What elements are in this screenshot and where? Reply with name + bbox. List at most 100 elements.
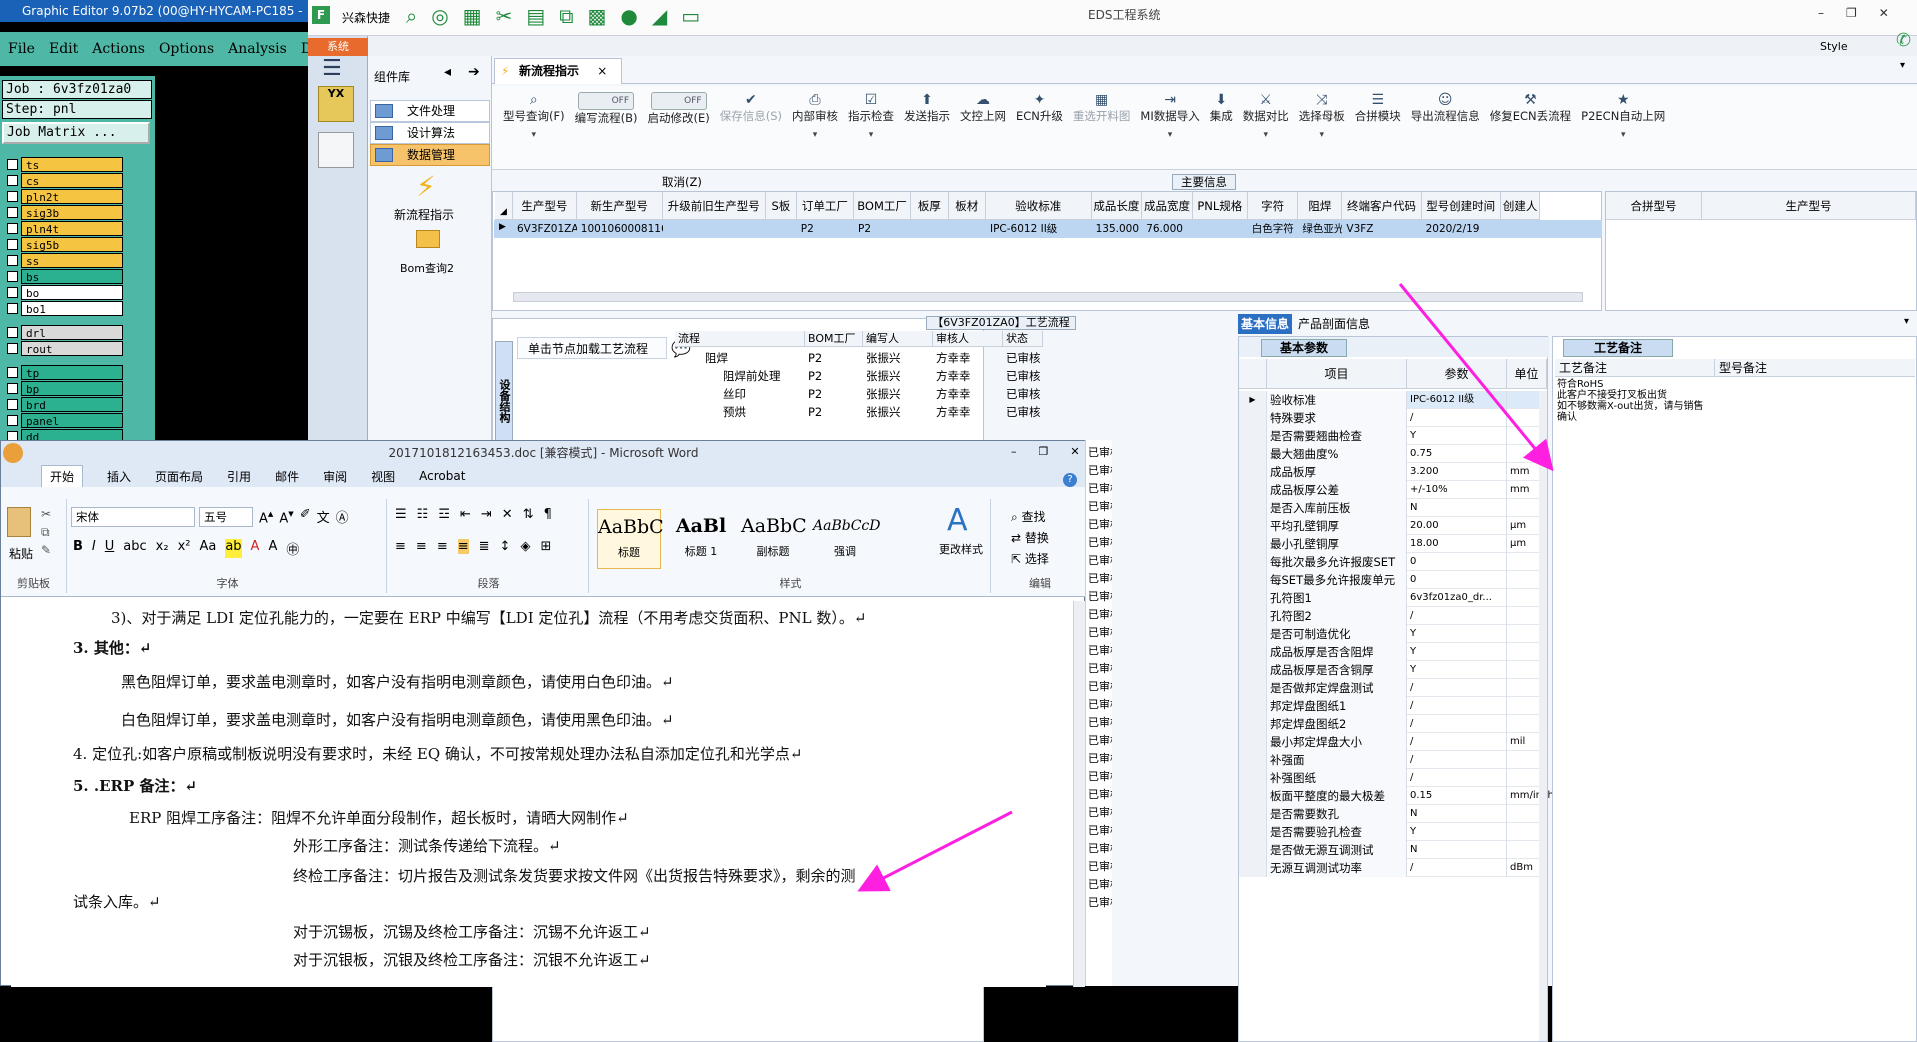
- layer-name[interactable]: pln2t: [21, 188, 123, 204]
- param-value[interactable]: /: [1407, 607, 1507, 625]
- toolbar-button[interactable]: ⌕ 型号查询(F) ▾: [498, 86, 570, 169]
- chevron-down-icon[interactable]: ▾: [1904, 316, 1909, 327]
- layer-row[interactable]: bo1: [3, 300, 123, 316]
- process-cell[interactable]: 阻焊前处理: [675, 367, 805, 385]
- layer-checkbox[interactable]: [7, 382, 18, 394]
- param-row[interactable]: 孔符图2/: [1239, 607, 1539, 625]
- paste-button[interactable]: 粘贴: [9, 545, 33, 562]
- param-value[interactable]: Y: [1407, 661, 1507, 679]
- menu-file[interactable]: File: [8, 41, 35, 57]
- ribbon-tab-1[interactable]: 插入: [107, 468, 131, 485]
- layer-checkbox[interactable]: [7, 398, 18, 410]
- layer-row[interactable]: brd: [3, 396, 123, 412]
- toolbar-button[interactable]: ★ P2ECN自动上网 ▾: [1576, 86, 1670, 169]
- layer-checkbox[interactable]: [7, 222, 18, 234]
- param-value[interactable]: Y: [1407, 823, 1507, 841]
- chevron-down-icon[interactable]: ▾: [1168, 130, 1173, 140]
- table-cell[interactable]: V3FZ: [1342, 220, 1421, 238]
- highlight-icon[interactable]: ab: [225, 539, 242, 558]
- table-cell[interactable]: [663, 220, 766, 238]
- table-cell[interactable]: [766, 220, 797, 238]
- toolbar-button[interactable]: ⬆ 发送指示: [899, 86, 955, 169]
- menu-analysis[interactable]: Analysis: [228, 41, 287, 57]
- toolbar-button[interactable]: ☁ 文控上网: [955, 86, 1011, 169]
- paste-icon[interactable]: [7, 507, 31, 537]
- table-cell[interactable]: 10010600081169: [577, 220, 663, 238]
- param-row[interactable]: 每批次最多允许报废SET 0: [1239, 553, 1539, 571]
- layer-row[interactable]: sig5b: [3, 236, 123, 252]
- select-button[interactable]: ⇱ 选择: [1011, 549, 1049, 570]
- word-vertical-scrollbar[interactable]: [1073, 601, 1085, 987]
- col-header[interactable]: 升级前旧生产型号: [662, 192, 766, 220]
- process-col-header[interactable]: 流程: [675, 331, 805, 347]
- folder-icon[interactable]: [416, 230, 440, 248]
- style-item[interactable]: AaBbCcD 强调: [813, 509, 880, 569]
- param-row[interactable]: ▶ 验收标准 IPC-6012 II级: [1239, 391, 1539, 409]
- replace-button[interactable]: ⇄ 替换: [1011, 528, 1049, 549]
- param-value[interactable]: /: [1407, 733, 1507, 751]
- font-name-select[interactable]: 宋体: [71, 507, 195, 527]
- style-item[interactable]: AaBl 标题 1: [669, 509, 733, 569]
- layer-checkbox[interactable]: [7, 342, 18, 354]
- process-cell[interactable]: 丝印: [675, 385, 805, 403]
- process-cell[interactable]: P2: [805, 403, 863, 421]
- param-value[interactable]: 0: [1407, 571, 1507, 589]
- film-icon[interactable]: ▤: [526, 4, 545, 28]
- tab-dropdown-icon[interactable]: ▾: [1900, 60, 1905, 71]
- system-tab[interactable]: 系统: [308, 38, 368, 56]
- layer-name[interactable]: ss: [21, 252, 123, 268]
- align-right-icon[interactable]: ≡: [437, 539, 448, 554]
- toggle-switch[interactable]: OFF: [650, 92, 707, 110]
- process-cell[interactable]: 张振兴: [863, 385, 933, 403]
- clear-format-icon[interactable]: ✐: [300, 507, 311, 526]
- menu-actions[interactable]: Actions: [92, 41, 145, 57]
- tab-product-section[interactable]: 产品剖面信息: [1298, 314, 1370, 334]
- grid-icon[interactable]: ▩: [588, 4, 607, 28]
- layer-row[interactable]: tp: [3, 364, 123, 380]
- calculator-icon[interactable]: [318, 132, 354, 168]
- bullets-icon[interactable]: ☰: [395, 507, 407, 522]
- layer-checkbox[interactable]: [7, 238, 18, 250]
- menu-edit[interactable]: Edit: [49, 41, 78, 57]
- style-item[interactable]: AaBbC 副标题: [741, 509, 807, 569]
- param-row[interactable]: 邦定焊盘图纸2/: [1239, 715, 1539, 733]
- col-header[interactable]: 板厚: [911, 192, 949, 220]
- superscript-icon[interactable]: x²: [178, 539, 191, 558]
- toolbar-button[interactable]: ☰ 合拼模块: [1350, 86, 1406, 169]
- param-value[interactable]: /: [1407, 859, 1507, 877]
- param-value[interactable]: /: [1407, 697, 1507, 715]
- process-cell[interactable]: 张振兴: [863, 403, 933, 421]
- lib-item-design-algorithm[interactable]: 设计算法: [370, 122, 490, 144]
- ribbon-tab-3[interactable]: 引用: [227, 468, 251, 485]
- sort-icon[interactable]: ⇅: [523, 507, 534, 522]
- ribbon-tab-6[interactable]: 视图: [371, 468, 395, 485]
- param-row[interactable]: 是否可制造优化 Y: [1239, 625, 1539, 643]
- borders-icon[interactable]: ⊞: [540, 539, 551, 554]
- layer-checkbox[interactable]: [7, 190, 18, 202]
- layer-row[interactable]: panel: [3, 412, 123, 428]
- param-row[interactable]: 是否做无源互调测试 N: [1239, 841, 1539, 859]
- chinese-layout-icon[interactable]: ✕: [502, 507, 513, 522]
- param-value[interactable]: 20.00: [1407, 517, 1507, 535]
- toolbar-button[interactable]: ⇥ MI数据导入 ▾: [1135, 86, 1204, 169]
- layer-checkbox[interactable]: [7, 206, 18, 218]
- process-cell[interactable]: 方幸幸: [933, 403, 1003, 421]
- chevron-down-icon[interactable]: ▾: [869, 130, 874, 140]
- param-value[interactable]: Y: [1407, 643, 1507, 661]
- italic-icon[interactable]: I: [92, 539, 96, 558]
- layer-row[interactable]: bo: [3, 284, 123, 300]
- layer-name[interactable]: bo: [21, 284, 123, 300]
- layer-name[interactable]: ts: [21, 156, 123, 172]
- col-header[interactable]: 订单工厂: [796, 192, 854, 220]
- distributed-icon[interactable]: ≣: [479, 539, 490, 554]
- decrease-indent-icon[interactable]: ⇤: [460, 507, 471, 522]
- param-value[interactable]: Y: [1407, 625, 1507, 643]
- lifebuoy-icon[interactable]: ◎: [431, 4, 448, 28]
- tab-craft-notes[interactable]: 工艺备注: [1563, 339, 1673, 357]
- toolbar-button[interactable]: ⬇ 集成: [1205, 86, 1238, 169]
- close-icon[interactable]: ✕: [1879, 6, 1889, 20]
- layer-row[interactable]: ts: [3, 156, 123, 172]
- table-cell[interactable]: 76.000: [1142, 220, 1193, 238]
- col-header[interactable]: S板: [766, 192, 797, 220]
- underline-icon[interactable]: U: [105, 539, 115, 558]
